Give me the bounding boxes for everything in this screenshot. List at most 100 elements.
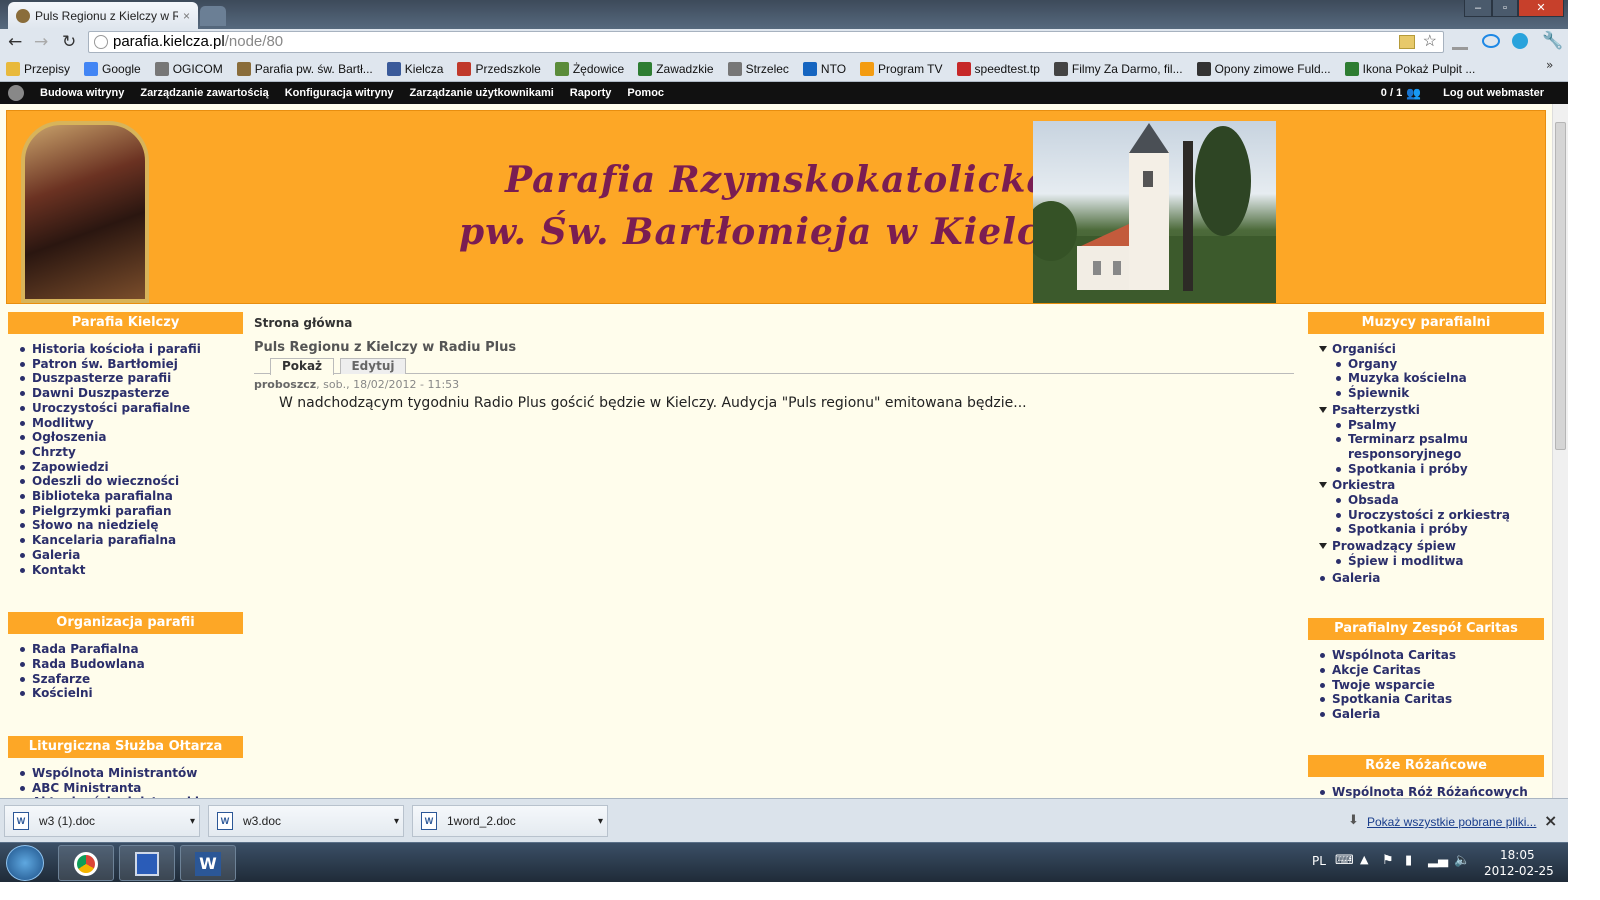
back-icon[interactable]: ← xyxy=(8,32,22,52)
menu-link[interactable]: Rada Parafialna xyxy=(8,642,243,657)
submenu-link[interactable]: Uroczystości z orkiestrą xyxy=(1308,508,1544,523)
download-item[interactable]: W 1word_2.doc ▾ xyxy=(412,805,608,837)
network-icon[interactable]: ▂▄ xyxy=(1428,853,1448,868)
submenu-link[interactable]: Spotkania i próby xyxy=(1308,522,1544,537)
menu-link[interactable]: Wspólnota Róż Różańcowych xyxy=(1308,785,1544,798)
show-all-downloads-link[interactable]: Pokaż wszystkie pobrane pliki... xyxy=(1367,815,1536,829)
bookmark-7[interactable]: Zawadzkie xyxy=(638,61,714,76)
menu-link[interactable]: Duszpasterze parafii xyxy=(8,371,243,386)
word-taskbar-icon[interactable]: W xyxy=(180,845,236,881)
submenu-link[interactable]: Organy xyxy=(1308,357,1544,372)
download-menu-icon[interactable]: ▾ xyxy=(394,816,399,827)
bookmarks-overflow-icon[interactable]: » xyxy=(1546,58,1553,72)
bookmark-9[interactable]: NTO xyxy=(802,61,846,76)
breadcrumb[interactable]: Strona główna xyxy=(254,316,352,330)
menu-link[interactable]: Wspólnota Caritas xyxy=(1308,648,1544,663)
download-menu-icon[interactable]: ▾ xyxy=(598,816,603,827)
extension-skype-icon[interactable] xyxy=(1512,33,1528,49)
menu-link[interactable]: Kontakt xyxy=(8,563,243,578)
menu-link[interactable]: Dawni Duszpasterze xyxy=(8,386,243,401)
admin-menu-item[interactable]: Zarządzanie zawartością xyxy=(140,87,268,99)
chrome-taskbar-icon[interactable] xyxy=(58,845,114,881)
menu-link[interactable]: ABC Ministranta xyxy=(8,781,243,796)
close-downloads-button[interactable]: × xyxy=(1544,811,1557,830)
submenu-link[interactable]: Śpiewnik xyxy=(1308,386,1544,401)
bookmark-12[interactable]: Filmy Za Darmo, fil... xyxy=(1053,61,1183,76)
menu-link[interactable]: Odeszli do wieczności xyxy=(8,474,243,489)
new-tab-button[interactable] xyxy=(200,6,226,26)
submenu-link[interactable]: Terminarz psalmu responsoryjnego xyxy=(1308,432,1544,461)
menu-link[interactable]: Rada Budowlana xyxy=(8,657,243,672)
menu-link[interactable]: Chrzty xyxy=(8,445,243,460)
menu-link[interactable]: Pielgrzymki parafian xyxy=(8,504,243,519)
author-link[interactable]: proboszcz xyxy=(254,378,316,391)
bookmark-star-icon[interactable]: ☆ xyxy=(1423,32,1437,52)
admin-menu-item[interactable]: Raporty xyxy=(570,87,612,99)
language-indicator[interactable]: PL xyxy=(1312,854,1326,868)
submenu-link[interactable]: Spotkania i próby xyxy=(1308,462,1544,477)
translate-icon[interactable] xyxy=(1399,35,1415,49)
submenu-link[interactable]: Muzyka kościelna xyxy=(1308,371,1544,386)
power-icon[interactable]: ▮ xyxy=(1405,853,1412,868)
menu-link[interactable]: Modlitwy xyxy=(8,416,243,431)
reload-icon[interactable]: ↻ xyxy=(62,32,76,52)
menu-link[interactable]: Spotkania Caritas xyxy=(1308,692,1544,707)
scrollbar-thumb[interactable] xyxy=(1555,122,1566,450)
menu-group-link[interactable]: Organiści xyxy=(1308,342,1544,357)
bookmark-13[interactable]: Opony zimowe Fuld... xyxy=(1196,61,1331,76)
menu-link[interactable]: Historia kościoła i parafii xyxy=(8,342,243,357)
menu-link[interactable]: Ogłoszenia xyxy=(8,430,243,445)
bookmark-10[interactable]: Program TV xyxy=(860,61,943,76)
download-item[interactable]: Ww3.doc ▾ xyxy=(208,805,404,837)
menu-link[interactable]: Szafarze xyxy=(8,672,243,687)
volume-icon[interactable]: 🔈 xyxy=(1454,853,1470,868)
bookmark-8[interactable]: Strzelec xyxy=(727,61,789,76)
bookmark-11[interactable]: speedtest.tp xyxy=(956,61,1040,76)
bookmark-1[interactable]: Google xyxy=(84,61,141,76)
menu-link[interactable]: Zapowiedzi xyxy=(8,460,243,475)
bookmark-2[interactable]: OGICOM xyxy=(154,61,223,76)
flag-icon[interactable]: ⚑ xyxy=(1382,853,1394,868)
extension-signal-icon[interactable] xyxy=(1452,34,1468,50)
tray-expand-icon[interactable]: ▲ xyxy=(1360,853,1368,866)
bookmark-14[interactable]: Ikona Pokaż Pulpit ... xyxy=(1344,61,1475,76)
menu-link[interactable]: Biblioteka parafialna xyxy=(8,489,243,504)
extension-eye-icon[interactable] xyxy=(1482,34,1500,48)
logout-link[interactable]: Log out webmaster xyxy=(1443,87,1544,99)
admin-menu-item[interactable]: Zarządzanie użytkownikami xyxy=(410,87,554,99)
tab-close-button[interactable]: × xyxy=(183,9,190,23)
menu-link[interactable]: Galeria xyxy=(1308,707,1544,722)
maximize-button[interactable]: ▫ xyxy=(1492,0,1518,17)
menu-link[interactable]: Słowo na niedzielę xyxy=(8,518,243,533)
menu-link[interactable]: Akcje Caritas xyxy=(1308,663,1544,678)
menu-link[interactable]: Galeria xyxy=(1308,571,1544,586)
menu-link[interactable]: Galeria xyxy=(8,548,243,563)
menu-link[interactable]: Kancelaria parafialna xyxy=(8,533,243,548)
clock-time[interactable]: 18:05 xyxy=(1500,848,1535,862)
home-icon[interactable] xyxy=(8,85,24,101)
admin-menu-item[interactable]: Konfiguracja witryny xyxy=(285,87,394,99)
tab-view[interactable]: Pokaż xyxy=(270,358,334,375)
admin-menu-item[interactable]: Budowa witryny xyxy=(40,87,124,99)
download-item[interactable]: Ww3 (1).doc ▾ xyxy=(4,805,200,837)
submenu-link[interactable]: Śpiew i modlitwa xyxy=(1308,554,1544,569)
admin-menu-item[interactable]: Pomoc xyxy=(627,87,664,99)
save-taskbar-icon[interactable] xyxy=(119,845,175,881)
menu-link[interactable]: Patron św. Bartłomiej xyxy=(8,357,243,372)
address-bar[interactable]: parafia.kielcza.pl/node/80 ☆ xyxy=(88,31,1444,53)
start-button[interactable] xyxy=(6,845,44,881)
browser-tab[interactable]: Puls Regionu z Kielczy w Ra × xyxy=(8,2,198,29)
close-window-button[interactable]: ✕ xyxy=(1518,0,1564,17)
menu-link[interactable]: Uroczystości parafialne xyxy=(8,401,243,416)
bookmark-4[interactable]: Kielcza xyxy=(386,61,443,76)
menu-link[interactable]: Wspólnota Ministrantów xyxy=(8,766,243,781)
menu-link[interactable]: Twoje wsparcie xyxy=(1308,678,1544,693)
minimize-button[interactable]: – xyxy=(1464,0,1492,17)
keyboard-icon[interactable]: ⌨ xyxy=(1335,853,1354,868)
page-scrollbar[interactable] xyxy=(1552,104,1568,798)
download-menu-icon[interactable]: ▾ xyxy=(190,816,195,827)
menu-group-link[interactable]: Psałterzystki xyxy=(1308,403,1544,418)
submenu-link[interactable]: Obsada xyxy=(1308,493,1544,508)
bookmark-6[interactable]: Żędowice xyxy=(554,61,624,76)
menu-link[interactable]: Kościelni xyxy=(8,686,243,701)
